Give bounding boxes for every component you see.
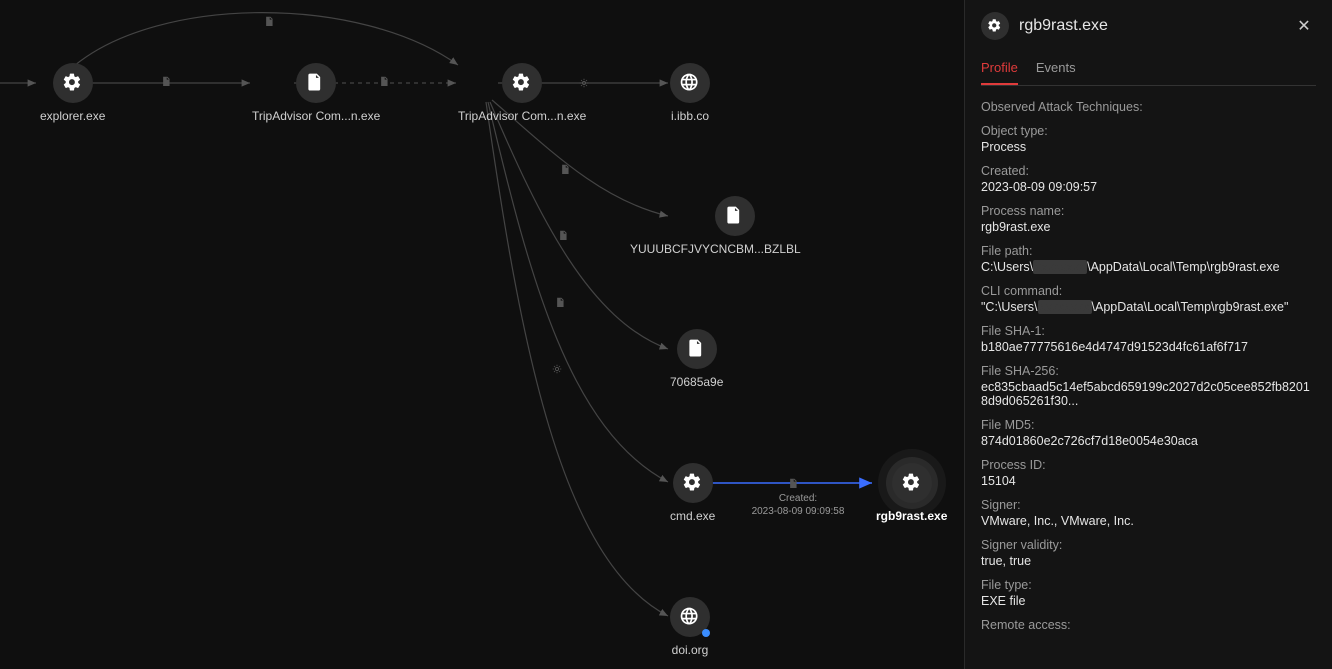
field-sha256: File SHA-256: ec835cbaad5c14ef5abcd65919…	[981, 364, 1316, 408]
field-md5: File MD5: 874d01860e2c726cf7d18e0054e30a…	[981, 418, 1316, 448]
field-file-path: File path: C:\Users\xxxxxxxx\AppData\Loc…	[981, 244, 1316, 274]
panel-title: rgb9rast.exe	[1019, 17, 1282, 35]
field-sha1: File SHA-1: b180ae77775616e4d4747d91523d…	[981, 324, 1316, 354]
tab-profile[interactable]: Profile	[981, 52, 1018, 85]
gear-icon	[53, 63, 93, 103]
edge-doc-icon	[262, 14, 276, 28]
redacted-text: xxxxxxxx	[1033, 260, 1087, 274]
node-iibbco[interactable]: i.ibb.co	[670, 63, 710, 123]
details-panel: rgb9rast.exe ✕ Profile Events Observed A…	[964, 0, 1332, 669]
edge-doc-icon	[553, 295, 567, 309]
edge-doc-icon	[786, 476, 800, 490]
node-label: explorer.exe	[40, 109, 105, 123]
incoming-edge	[0, 76, 44, 90]
edge-gear-icon	[550, 362, 564, 376]
doc-icon	[296, 63, 336, 103]
field-cli-command: CLI command: "C:\Users\xxxxxxxx\AppData\…	[981, 284, 1316, 314]
graph-canvas[interactable]: Created: 2023-08-09 09:09:58 explorer.ex…	[0, 0, 964, 669]
gear-icon	[981, 12, 1009, 40]
gear-icon	[673, 463, 713, 503]
field-remote-access: Remote access:	[981, 618, 1316, 632]
node-tripadvisor-proc[interactable]: TripAdvisor Com...n.exe	[458, 63, 586, 123]
edge-label-created: Created: 2023-08-09 09:09:58	[748, 492, 848, 518]
doc-icon	[677, 329, 717, 369]
field-file-type: File type: EXE file	[981, 578, 1316, 608]
field-process-id: Process ID: 15104	[981, 458, 1316, 488]
node-cmd[interactable]: cmd.exe	[670, 463, 715, 523]
node-yuu-file[interactable]: YUUUBCFJVYCNCBM...BZLBL	[670, 196, 801, 256]
node-label: 70685a9e	[670, 375, 723, 389]
doc-icon	[715, 196, 755, 236]
field-signer-validity: Signer validity: true, true	[981, 538, 1316, 568]
field-signer: Signer: VMware, Inc., VMware, Inc.	[981, 498, 1316, 528]
node-label: doi.org	[672, 643, 709, 657]
gear-icon	[892, 463, 932, 503]
node-label: YUUUBCFJVYCNCBM...BZLBL	[630, 242, 801, 256]
node-label: TripAdvisor Com...n.exe	[458, 109, 586, 123]
globe-icon	[670, 63, 710, 103]
node-explorer[interactable]: explorer.exe	[40, 63, 105, 123]
node-doiorg[interactable]: doi.org	[670, 597, 710, 657]
close-button[interactable]: ✕	[1292, 14, 1316, 38]
field-created: Created: 2023-08-09 09:09:57	[981, 164, 1316, 194]
node-tripadvisor-doc[interactable]: TripAdvisor Com...n.exe	[252, 63, 380, 123]
node-label: TripAdvisor Com...n.exe	[252, 109, 380, 123]
redacted-text: xxxxxxxx	[1038, 300, 1092, 314]
field-process-name: Process name: rgb9rast.exe	[981, 204, 1316, 234]
status-dot	[702, 629, 710, 637]
edge-doc-icon	[556, 228, 570, 242]
edge-doc-icon	[558, 162, 572, 176]
node-label: i.ibb.co	[671, 109, 709, 123]
edge-doc-icon	[159, 74, 173, 88]
node-hash-file[interactable]: 70685a9e	[670, 329, 723, 389]
node-label: cmd.exe	[670, 509, 715, 523]
observed-techniques: Observed Attack Techniques:	[981, 100, 1316, 114]
node-rgb9rast[interactable]: rgb9rast.exe	[876, 463, 947, 523]
panel-header: rgb9rast.exe ✕	[981, 12, 1316, 50]
node-label: rgb9rast.exe	[876, 509, 947, 523]
tab-events[interactable]: Events	[1036, 52, 1076, 85]
field-object-type: Object type: Process	[981, 124, 1316, 154]
gear-icon	[502, 63, 542, 103]
panel-tabs: Profile Events	[981, 52, 1316, 86]
